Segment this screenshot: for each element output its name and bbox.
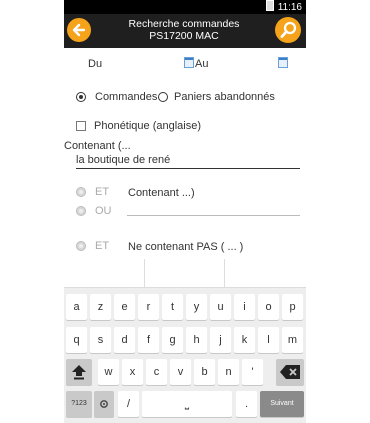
key-j[interactable]: j xyxy=(210,327,231,353)
key-u[interactable]: u xyxy=(210,294,231,320)
key-r[interactable]: r xyxy=(138,294,159,320)
suggestion-divider xyxy=(224,259,225,287)
radio-ou-label: OU xyxy=(95,205,112,217)
symbols-key[interactable]: ?123 xyxy=(66,391,92,417)
logic-ou-row: OU xyxy=(64,205,306,219)
key-x[interactable]: x xyxy=(122,359,143,385)
radio-commandes[interactable] xyxy=(76,92,86,102)
key-f[interactable]: f xyxy=(138,327,159,353)
key-slash[interactable]: / xyxy=(118,391,139,417)
logic-et-row: ET Contenant ...) xyxy=(64,186,306,200)
title-line-1: Recherche commandes xyxy=(128,18,240,30)
back-button[interactable] xyxy=(67,18,91,42)
key-w[interactable]: w xyxy=(98,359,119,385)
space-key[interactable]: ⎵ xyxy=(142,391,232,417)
soft-keyboard: a z e r t y u i o p q s d f g h j k l m … xyxy=(64,259,306,423)
search-icon xyxy=(280,21,297,38)
contains-2-input-underline[interactable] xyxy=(127,215,300,216)
key-t[interactable]: t xyxy=(162,294,183,320)
key-q[interactable]: q xyxy=(66,327,87,353)
next-key[interactable]: Suivant xyxy=(260,391,304,417)
key-n[interactable]: n xyxy=(218,359,239,385)
app-screen: 11:16 Recherche commandes PS17200 MAC Du… xyxy=(64,0,306,423)
date-to-calendar-icon[interactable] xyxy=(184,57,194,68)
shift-key[interactable] xyxy=(66,359,92,385)
phonetic-checkbox[interactable] xyxy=(76,121,86,131)
radio-paniers[interactable] xyxy=(158,92,168,102)
phonetic-label: Phonétique (anglaise) xyxy=(94,120,202,132)
key-h[interactable]: h xyxy=(186,327,207,353)
not-contains-label: Ne contenant PAS ( ... ) xyxy=(128,241,244,253)
radio-ou[interactable] xyxy=(76,206,86,216)
date-to-label: Au xyxy=(195,58,209,70)
radio-et-2[interactable] xyxy=(76,241,86,251)
key-g[interactable]: g xyxy=(162,327,183,353)
key-a[interactable]: a xyxy=(66,294,87,320)
key-period[interactable]: . xyxy=(236,391,257,417)
key-p[interactable]: p xyxy=(282,294,303,320)
key-y[interactable]: y xyxy=(186,294,207,320)
contains-input[interactable]: la boutique de rené xyxy=(64,154,306,168)
key-k[interactable]: k xyxy=(234,327,255,353)
key-v[interactable]: v xyxy=(170,359,191,385)
key-apostrophe[interactable]: ' xyxy=(242,359,263,385)
status-time: 11:16 xyxy=(277,2,302,13)
header-bar: Recherche commandes PS17200 MAC xyxy=(64,14,306,48)
key-s[interactable]: s xyxy=(90,327,111,353)
key-o[interactable]: o xyxy=(258,294,279,320)
settings-key[interactable] xyxy=(94,391,114,417)
suggestion-strip xyxy=(64,259,306,288)
contains-2-label: Contenant ...) xyxy=(128,187,195,199)
key-l[interactable]: l xyxy=(258,327,279,353)
radio-et-1-label: ET xyxy=(95,186,110,198)
key-b[interactable]: b xyxy=(194,359,215,385)
backspace-icon xyxy=(280,365,300,379)
contains-input-value: la boutique de rené xyxy=(76,154,171,166)
key-z[interactable]: z xyxy=(90,294,111,320)
key-d[interactable]: d xyxy=(114,327,135,353)
page-title: Recherche commandes PS17200 MAC xyxy=(94,18,274,42)
backspace-key[interactable] xyxy=(276,359,304,385)
shift-arrow-icon xyxy=(72,365,86,380)
logic-not-row: ET Ne contenant PAS ( ... ) xyxy=(64,240,306,254)
contains-input-underline xyxy=(76,168,300,169)
phonetic-row: Phonétique (anglaise) xyxy=(64,120,306,134)
key-e[interactable]: e xyxy=(114,294,135,320)
date-row: Du Au xyxy=(64,57,306,72)
date-from-label: Du xyxy=(88,58,103,70)
radio-paniers-label: Paniers abandonnés xyxy=(174,91,275,103)
date-end-calendar-icon[interactable] xyxy=(278,57,288,68)
gear-icon xyxy=(100,400,108,408)
title-line-2: PS17200 MAC xyxy=(149,30,219,42)
type-row: Commandes Paniers abandonnés xyxy=(64,91,306,105)
suggestion-divider xyxy=(144,259,145,287)
radio-et-1[interactable] xyxy=(76,187,86,197)
key-m[interactable]: m xyxy=(282,327,303,353)
radio-commandes-label: Commandes xyxy=(95,91,158,103)
key-i[interactable]: i xyxy=(234,294,255,320)
radio-et-2-label: ET xyxy=(95,240,110,252)
battery-icon xyxy=(265,0,274,11)
status-bar: 11:16 xyxy=(64,0,306,14)
arrow-left-icon xyxy=(72,23,86,37)
search-button[interactable] xyxy=(275,17,301,43)
key-c[interactable]: c xyxy=(146,359,167,385)
contains-label: Contenant (... xyxy=(64,140,131,152)
